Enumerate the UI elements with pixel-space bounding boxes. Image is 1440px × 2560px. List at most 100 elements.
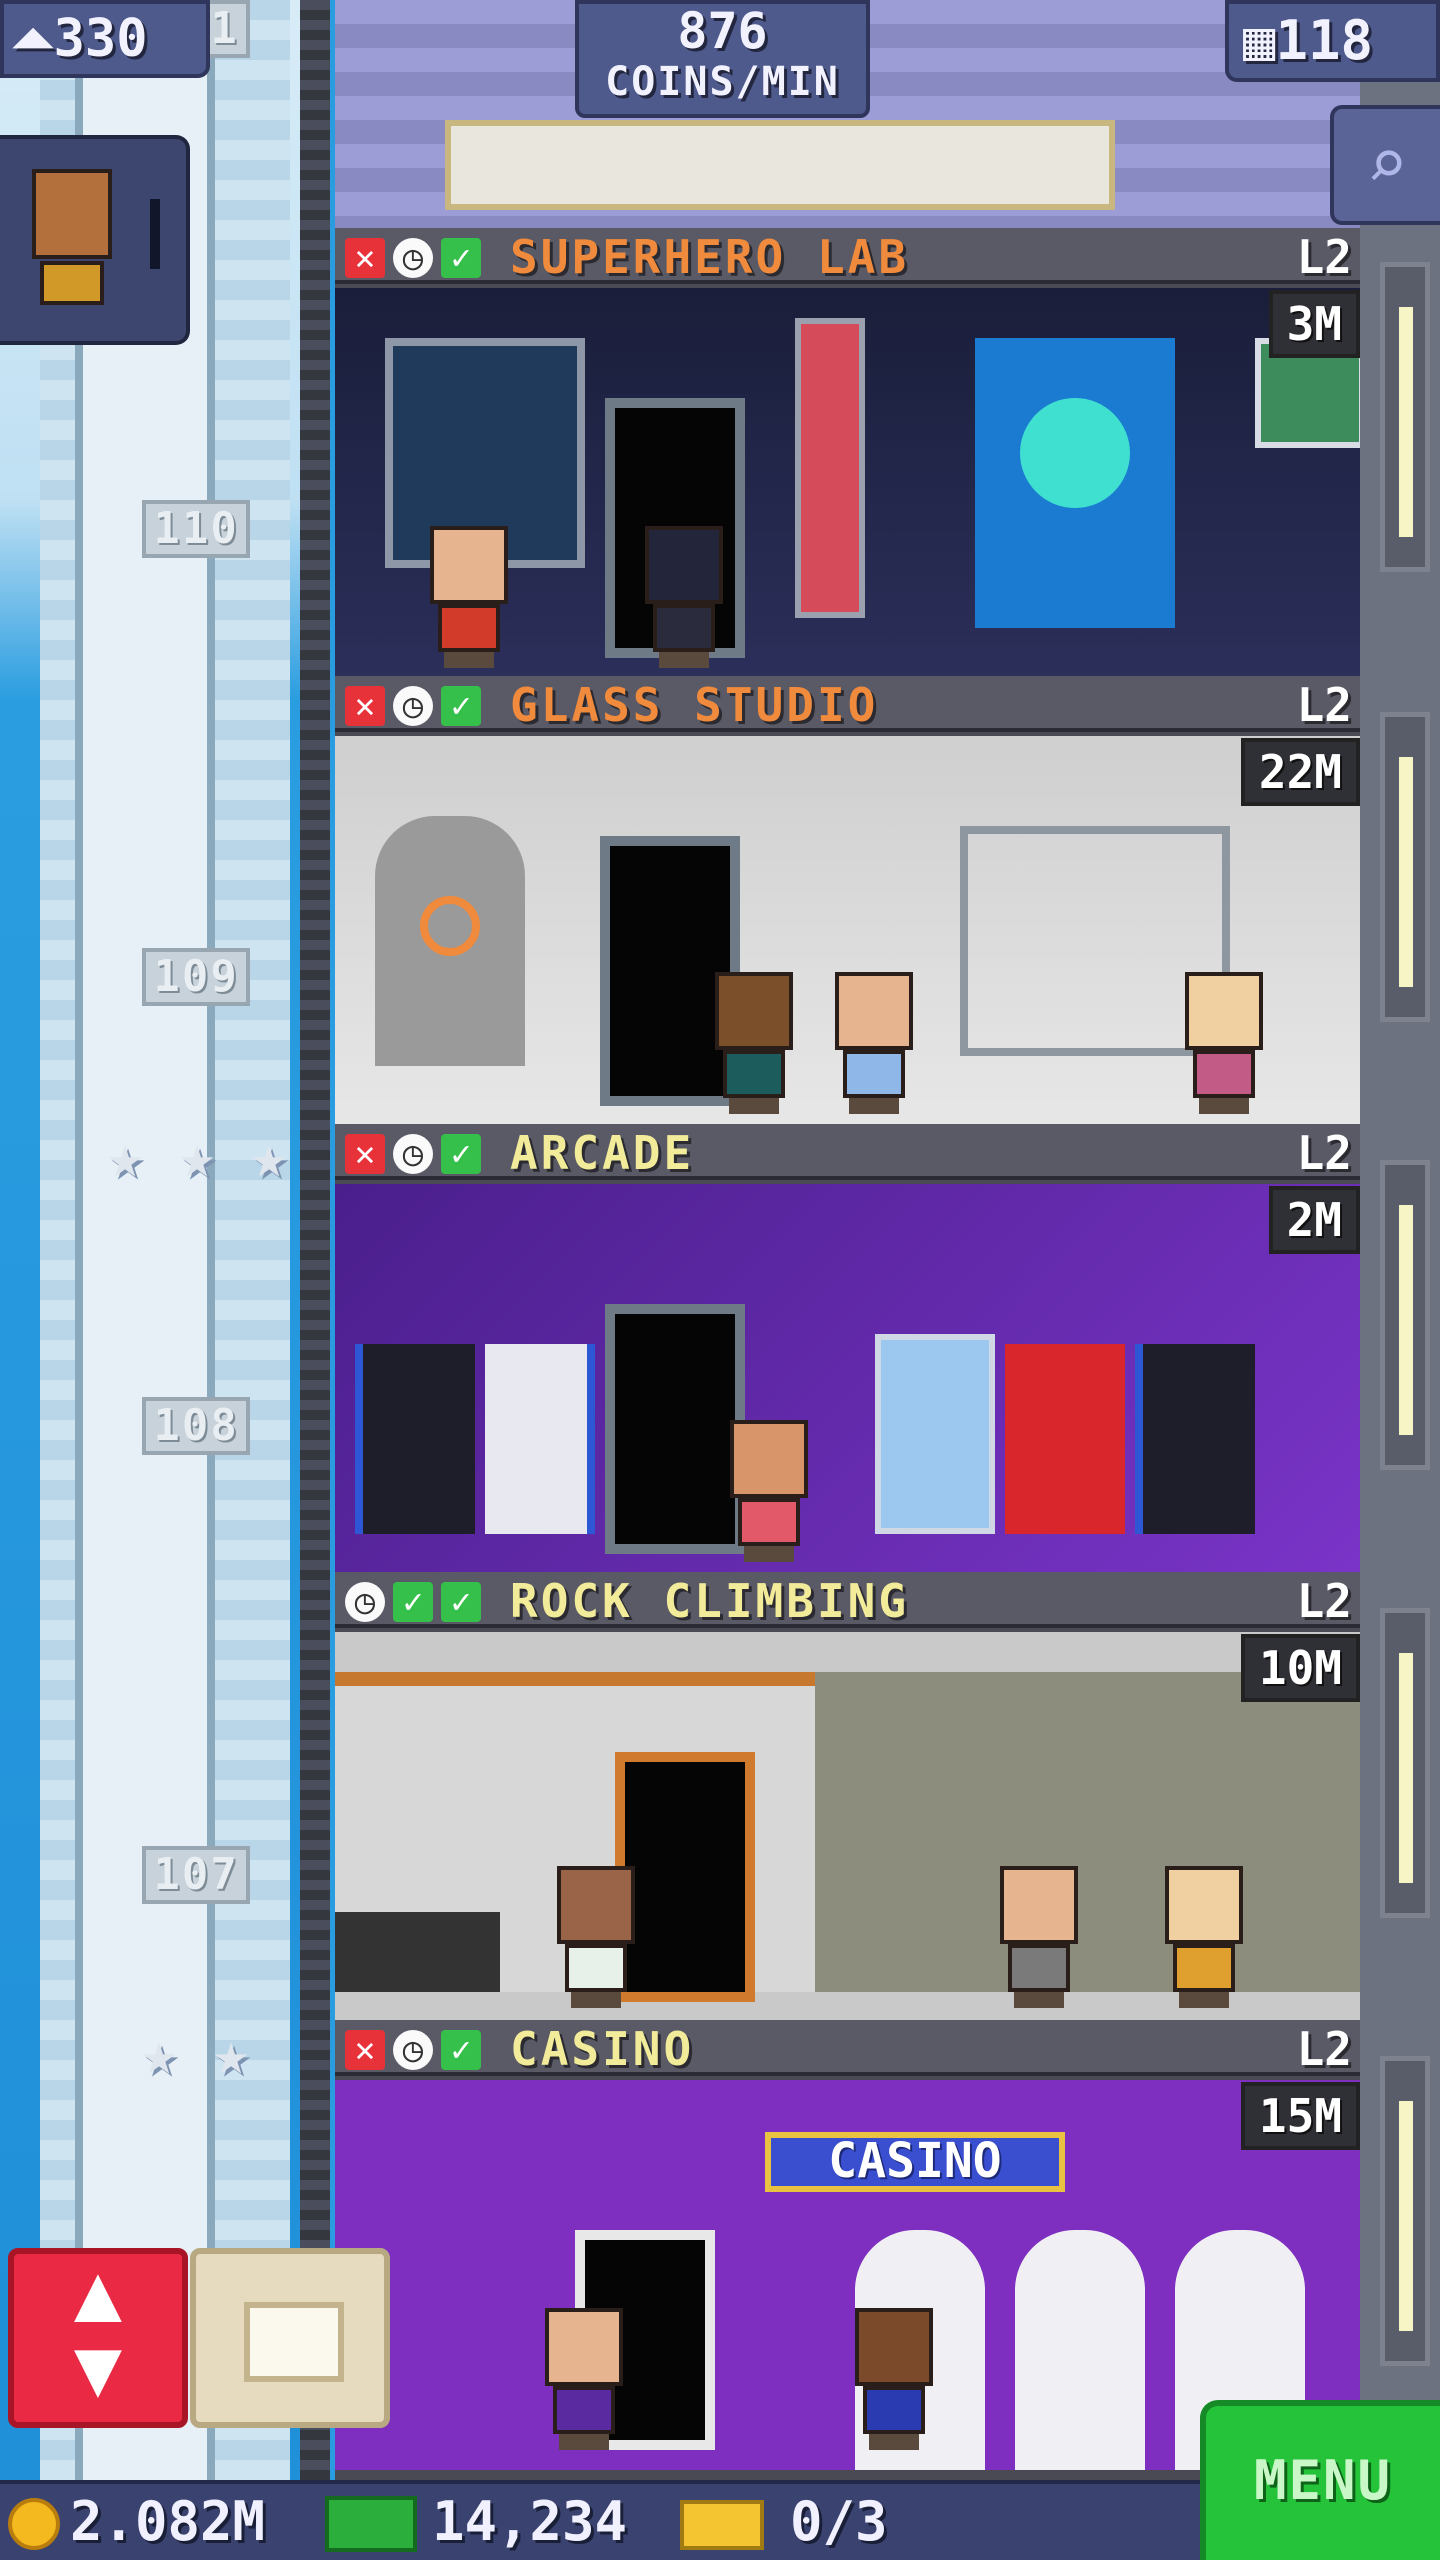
bitizen-resident[interactable]	[645, 526, 723, 668]
floor-name: ARCADE	[510, 1126, 695, 1180]
magnifier-icon: ⌕	[1365, 123, 1409, 205]
wall-lamp	[1380, 1160, 1430, 1470]
tickets-value: 0/3	[790, 2490, 888, 2553]
portal-machine	[975, 338, 1175, 628]
up-down-arrows-icon: ▲ ▼	[73, 2245, 123, 2414]
floors-counter[interactable]: ▦118	[1225, 0, 1440, 82]
wall-lamp	[1380, 1608, 1430, 1918]
floor-header: ✕ ◷ ✓ ARCADE L2	[335, 1124, 1360, 1180]
floor-header: ✕ ◷ ✓ GLASS STUDIO L2	[335, 676, 1360, 732]
claw-machine	[875, 1334, 995, 1534]
x-icon: ✕	[345, 686, 385, 726]
floor-number-108: 108	[142, 1397, 250, 1455]
status-icons: ✕ ◷ ✓	[345, 238, 481, 278]
floor-name: SUPERHERO LAB	[510, 230, 910, 284]
bitizen-resident[interactable]	[1185, 972, 1263, 1114]
floor-header: ✕ ◷ ✓ SUPERHERO LAB L2	[335, 228, 1360, 284]
box-icon	[244, 2302, 344, 2382]
check-icon: ✓	[441, 686, 481, 726]
wall-lamp	[1380, 2056, 1430, 2366]
kiln	[375, 816, 525, 1066]
population-value: 330	[53, 9, 148, 69]
status-icons: ◷ ✓ ✓	[345, 1582, 481, 1622]
star-icon: ★	[178, 1122, 216, 1192]
floors-count-value: 118	[1275, 9, 1374, 72]
star-icon: ★	[106, 1122, 144, 1192]
wall-lamp	[1380, 262, 1430, 572]
bitizen-resident[interactable]	[1000, 1866, 1078, 2008]
visitor-card[interactable]	[0, 135, 190, 345]
building-icon: ▦	[1243, 9, 1276, 72]
floor-number-107: 107	[142, 1846, 250, 1904]
casino-sign: CASINO	[765, 2132, 1065, 2192]
floor-arcade[interactable]: ✕ ◷ ✓ ARCADE L2 2M	[335, 1124, 1360, 1574]
check-icon: ✓	[441, 1582, 481, 1622]
floor-level: L2	[1296, 1126, 1352, 1180]
star-icon: ★	[250, 1122, 288, 1192]
status-icons: ✕ ◷ ✓	[345, 1134, 481, 1174]
status-icons: ✕ ◷ ✓	[345, 686, 481, 726]
stock-badge: 22M	[1240, 738, 1360, 806]
clock-icon: ◷	[393, 686, 433, 726]
climbing-wall	[815, 1672, 1360, 1992]
floor-level: L2	[1296, 678, 1352, 732]
floor-interior	[335, 736, 1360, 1126]
visitor-shirt	[40, 261, 104, 305]
check-icon: ✓	[393, 1582, 433, 1622]
floor-rock-climbing[interactable]: ◷ ✓ ✓ ROCK CLIMBING L2 10M	[335, 1572, 1360, 2022]
arcade-machine	[1005, 1344, 1125, 1534]
coins-per-min-label: COINS/MIN	[605, 59, 840, 105]
search-button[interactable]: ⌕	[1330, 105, 1440, 225]
shop-counter	[445, 120, 1115, 210]
bitizen-resident[interactable]	[557, 1866, 635, 2008]
floor-number-110: 110	[142, 500, 250, 558]
floor-level: L2	[1296, 1574, 1352, 1628]
bitizen-resident[interactable]	[430, 526, 508, 668]
floor-name: CASINO	[510, 2022, 695, 2076]
population-counter[interactable]: ⏶330	[0, 0, 210, 78]
x-icon: ✕	[345, 1134, 385, 1174]
floor-interior	[335, 1184, 1360, 1574]
bitizen-resident[interactable]	[855, 2308, 933, 2450]
status-icons: ✕ ◷ ✓	[345, 2030, 481, 2070]
exclamation-icon	[150, 199, 164, 269]
floor-number-109: 109	[142, 948, 250, 1006]
elevator-button[interactable]: ▲ ▼	[8, 2248, 188, 2428]
stock-badge: 15M	[1240, 2082, 1360, 2150]
star-icon: ★	[212, 2019, 250, 2089]
bitizen-resident[interactable]	[715, 972, 793, 1114]
elevator-rail	[300, 0, 330, 2480]
floor-superhero-lab[interactable]: ✕ ◷ ✓ SUPERHERO LAB L2 3M	[335, 228, 1360, 678]
bux-icon	[325, 2496, 417, 2552]
x-icon: ✕	[345, 2030, 385, 2070]
stock-badge: 2M	[1268, 1186, 1360, 1254]
elevator-car-track[interactable]	[75, 0, 215, 2480]
floor-name: GLASS STUDIO	[510, 678, 879, 732]
stock-badge: 3M	[1268, 290, 1360, 358]
coin-icon	[8, 2498, 60, 2550]
clock-icon: ◷	[393, 238, 433, 278]
visitor-avatar	[32, 169, 112, 259]
floor-name: ROCK CLIMBING	[510, 1574, 910, 1628]
bitizen-resident[interactable]	[835, 972, 913, 1114]
slot-machine	[1015, 2230, 1145, 2470]
bitizen-resident[interactable]	[545, 2308, 623, 2450]
check-icon: ✓	[441, 2030, 481, 2070]
floor-header: ◷ ✓ ✓ ROCK CLIMBING L2	[335, 1572, 1360, 1628]
arcade-machine	[485, 1344, 595, 1534]
floor-level: L2	[1296, 230, 1352, 284]
dna-tube	[795, 318, 865, 618]
bitizen-resident[interactable]	[1165, 1866, 1243, 2008]
floor-level: L2	[1296, 2022, 1352, 2076]
clock-icon: ◷	[345, 1582, 385, 1622]
arcade-machine	[1135, 1344, 1255, 1534]
floor-glass-studio[interactable]: ✕ ◷ ✓ GLASS STUDIO L2 22M	[335, 676, 1360, 1126]
menu-button[interactable]: MENU	[1200, 2400, 1440, 2560]
coins-per-minute: 876 COINS/MIN	[575, 0, 870, 118]
floor-header: ✕ ◷ ✓ CASINO L2	[335, 2020, 1360, 2076]
floor-interior	[335, 1632, 1360, 2022]
elevator-door	[605, 1304, 745, 1554]
build-button[interactable]	[190, 2248, 390, 2428]
stock-badge: 10M	[1240, 1634, 1360, 1702]
bitizen-resident[interactable]	[730, 1420, 808, 1562]
